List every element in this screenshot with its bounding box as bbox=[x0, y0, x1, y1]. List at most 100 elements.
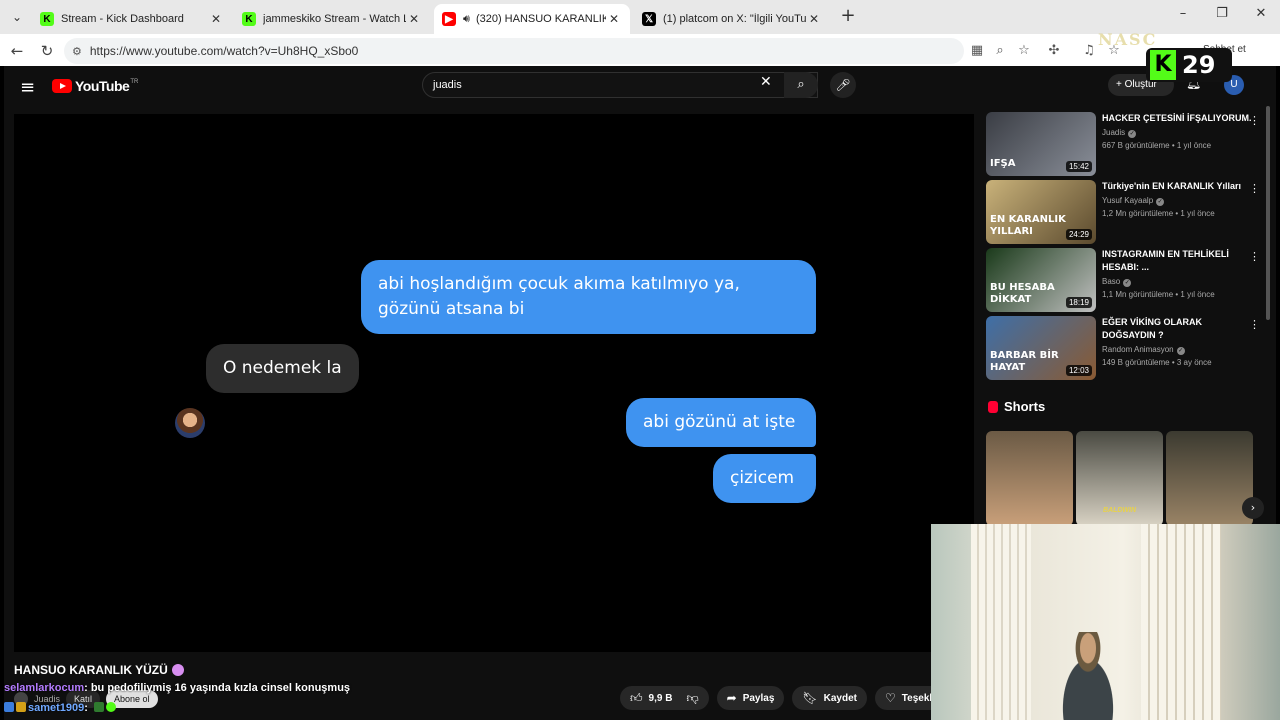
stream-chat-overlay: selamlarkocum: bu pedofiliymiş 16 yaşınd… bbox=[4, 680, 428, 718]
speaker-icon[interactable]: 🔊︎ bbox=[463, 12, 470, 26]
share-label: Paylaş bbox=[742, 692, 775, 704]
chat-line: samet1909: bbox=[4, 702, 118, 714]
back-button[interactable]: ← bbox=[6, 40, 28, 62]
video-title[interactable]: Türkiye'nin EN KARANLIK Yılları bbox=[1102, 180, 1252, 193]
reload-button[interactable]: ↻ bbox=[36, 40, 58, 62]
verified-icon: ✓ bbox=[1156, 198, 1165, 206]
voice-search-icon[interactable]: 🎤︎ bbox=[830, 72, 856, 98]
video-player[interactable]: abi hoşlandığım çocuk akıma katılmıyo ya… bbox=[14, 114, 974, 652]
more-options-icon[interactable]: ⋮ bbox=[1249, 318, 1260, 331]
country-code: TR bbox=[130, 79, 139, 85]
chat-message: : bbox=[84, 702, 88, 714]
short-thumbnail[interactable]: BALDWIN bbox=[1076, 431, 1163, 526]
menu-icon[interactable]: ≡ bbox=[20, 77, 35, 98]
video-thumbnail[interactable]: BU HESABA DİKKAT 18:19 bbox=[986, 248, 1096, 312]
more-options-icon[interactable]: ⋮ bbox=[1249, 114, 1260, 127]
kick-count: 29 bbox=[1182, 51, 1216, 79]
like-button[interactable]: 👍︎ 9,9 B 👎︎ bbox=[620, 686, 709, 710]
new-tab-button[interactable]: + bbox=[838, 6, 858, 26]
x-icon: 𝕏 bbox=[642, 12, 656, 26]
more-options-icon[interactable]: ⋮ bbox=[1249, 250, 1260, 263]
video-duration: 18:19 bbox=[1065, 297, 1092, 308]
streamer-image bbox=[1049, 632, 1127, 720]
clear-search-icon[interactable]: ✕ bbox=[760, 74, 772, 90]
badge-icon bbox=[4, 702, 14, 712]
emote-icon bbox=[105, 702, 116, 712]
video-title: HANSUO KARANLIK YÜZÜ bbox=[14, 663, 184, 677]
video-duration: 24:29 bbox=[1065, 229, 1092, 240]
view-stats: 667 B görüntüleme • 1 yıl önce bbox=[1102, 141, 1212, 150]
app-icon[interactable]: ▦ bbox=[968, 42, 986, 60]
video-thumbnail[interactable]: BARBAR BİR HAYAT 12:03 bbox=[986, 316, 1096, 380]
chat-avatar-image bbox=[175, 408, 205, 438]
message-bubble-out: abi gözünü at işte bbox=[626, 398, 816, 447]
address-bar[interactable]: ⚙ https://www.youtube.com/watch?v=Uh8HQ_… bbox=[64, 38, 964, 64]
search-input[interactable]: juadis bbox=[422, 72, 818, 98]
youtube-logo[interactable]: YouTube TR bbox=[52, 78, 138, 94]
verified-icon: ✓ bbox=[1128, 130, 1137, 138]
close-tab-icon[interactable]: ✕ bbox=[208, 12, 224, 26]
watermark-logo: NASC bbox=[1098, 30, 1158, 49]
recommended-video[interactable]: BARBAR BİR HAYAT 12:03 EĞER VİKİNG OLARAK … bbox=[986, 316, 1266, 380]
video-meta: INSTAGRAMIN EN TEHLİKELİ HESABI: ... Baso… bbox=[1102, 248, 1252, 299]
browser-tab-strip: ⌄ K Stream - Kick Dashboard ✕ Kjammeskiko S… bbox=[0, 0, 1280, 34]
view-stats: 149 B görüntüleme • 3 ay önce bbox=[1102, 358, 1212, 367]
maximize-button[interactable]: ❐ bbox=[1207, 6, 1237, 26]
video-title[interactable]: INSTAGRAMIN EN TEHLİKELİ HESABI: ... bbox=[1102, 248, 1252, 274]
browser-tab[interactable]: ▶ 🔊︎ (320) HANSUO KARANLIK YÜZ✕ bbox=[434, 4, 630, 34]
video-thumbnail[interactable]: IFŞA 15:42 bbox=[986, 112, 1096, 176]
video-meta: HACKER ÇETESİNİ İFŞALIYORUM. Juadis ✓ 667 B… bbox=[1102, 112, 1252, 150]
close-tab-icon[interactable]: ✕ bbox=[606, 12, 622, 26]
recommended-video[interactable]: EN KARANLIK YILLARI 24:29 Türkiye'nin EN K… bbox=[986, 180, 1266, 244]
video-thumbnail[interactable]: EN KARANLIK YILLARI 24:29 bbox=[986, 180, 1096, 244]
browser-tab[interactable]: K Stream - Kick Dashboard ✕ bbox=[32, 4, 232, 34]
video-duration: 12:03 bbox=[1065, 365, 1092, 376]
channel-line[interactable]: Juadis ✓ bbox=[1102, 128, 1252, 138]
browser-tab[interactable]: 𝕏 (1) platcom on X: "İlgili YouTube v✕ bbox=[634, 4, 830, 34]
bookmark-star-icon[interactable]: ☆ bbox=[1015, 42, 1033, 60]
site-info-icon[interactable]: ⚙ bbox=[72, 45, 82, 58]
close-tab-icon[interactable]: ✕ bbox=[806, 12, 822, 26]
channel-name: Juadis bbox=[1102, 128, 1126, 137]
short-caption: BALDWIN bbox=[1102, 507, 1137, 514]
thanks-icon: ♡ bbox=[885, 691, 896, 705]
close-tab-icon[interactable]: ✕ bbox=[406, 12, 422, 26]
recommended-video[interactable]: IFŞA 15:42 HACKER ÇETESİNİ İFŞALIYORUM. Jua… bbox=[986, 112, 1266, 176]
media-control-icon[interactable]: ♫ bbox=[1080, 42, 1098, 60]
short-thumbnail[interactable] bbox=[1166, 431, 1253, 526]
more-options-icon[interactable]: ⋮ bbox=[1249, 182, 1260, 195]
verified-icon: ✓ bbox=[1123, 279, 1132, 287]
youtube-play-icon bbox=[52, 79, 72, 93]
channel-line[interactable]: Random Animasyon ✓ bbox=[1102, 345, 1252, 355]
video-title[interactable]: HACKER ÇETESİNİ İFŞALIYORUM. bbox=[1102, 112, 1252, 125]
share-button[interactable]: ➦ Paylaş bbox=[716, 686, 785, 710]
chat-username: selamlarkocum bbox=[4, 682, 85, 694]
verified-icon: ✓ bbox=[1176, 347, 1185, 355]
tab-search-chevron-icon[interactable]: ⌄ bbox=[6, 6, 28, 28]
chevron-right-icon[interactable]: › bbox=[1242, 497, 1264, 519]
minimize-button[interactable]: – bbox=[1168, 6, 1198, 26]
youtube-icon: ▶ bbox=[442, 12, 456, 26]
kick-follower-badge: K 29 bbox=[1146, 48, 1232, 82]
browser-tab[interactable]: Kjammeskiko Stream - Watch Live o✕ bbox=[234, 4, 430, 34]
zoom-icon[interactable]: ⌕ bbox=[991, 42, 1009, 60]
channel-line[interactable]: Baso ✓ bbox=[1102, 277, 1252, 287]
video-meta: Türkiye'nin EN KARANLIK Yılları Yusuf Kay… bbox=[1102, 180, 1252, 218]
thumbnail-text: IFŞA bbox=[990, 158, 1016, 169]
sidebar-scrollbar[interactable] bbox=[1266, 106, 1270, 320]
view-stats: 1,1 Mn görüntüleme • 1 yıl önce bbox=[1102, 290, 1215, 299]
chat-message: : bu pedofiliymiş 16 yaşında kızla cinse… bbox=[84, 682, 351, 694]
close-window-button[interactable]: ✕ bbox=[1246, 6, 1276, 26]
channel-line[interactable]: Yusuf Kayaalp ✓ bbox=[1102, 196, 1252, 206]
extensions-icon[interactable]: ✣ bbox=[1045, 42, 1063, 60]
video-title[interactable]: EĞER VİKİNG OLARAK DOĞSAYDIN ? bbox=[1102, 316, 1252, 342]
recommended-video[interactable]: BU HESABA DİKKAT 18:19 INSTAGRAMIN EN TEHL… bbox=[986, 248, 1266, 312]
browser-toolbar: ← ↻ ⚙ https://www.youtube.com/watch?v=Uh… bbox=[0, 34, 1280, 66]
thumbs-up-icon: 👍︎ bbox=[630, 690, 643, 705]
thumbs-down-icon[interactable]: 👎︎ bbox=[686, 691, 698, 706]
short-thumbnail[interactable] bbox=[986, 431, 1073, 526]
save-button[interactable]: 🔖︎ Kaydet bbox=[792, 686, 867, 710]
share-icon: ➦ bbox=[726, 691, 737, 705]
search-button[interactable]: ⌕ bbox=[784, 72, 818, 98]
chat-line: selamlarkocum: bu pedofiliymiş 16 yaşınd… bbox=[4, 682, 350, 694]
